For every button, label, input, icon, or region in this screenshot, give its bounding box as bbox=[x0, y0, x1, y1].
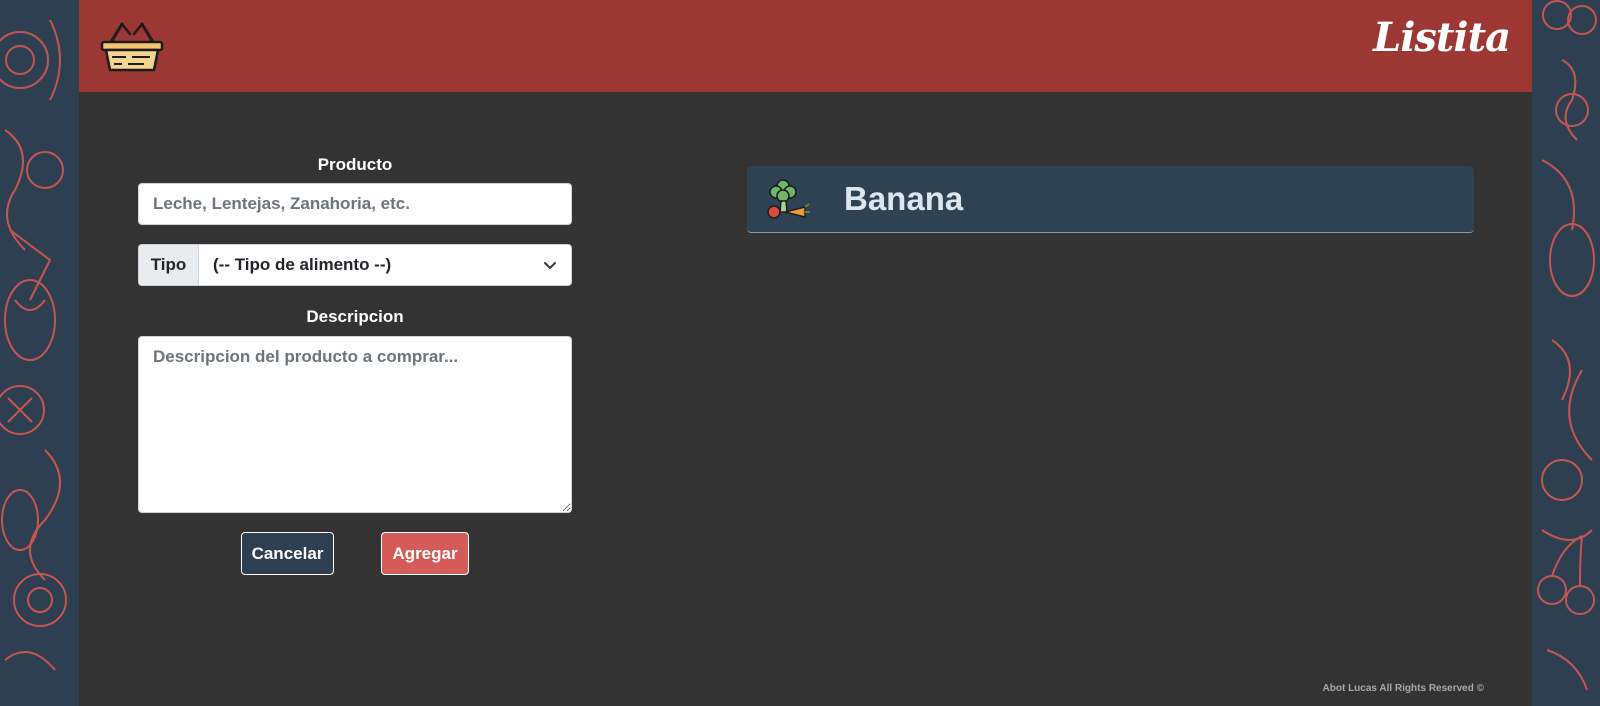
type-label: Tipo bbox=[139, 245, 199, 285]
add-button[interactable]: Agregar bbox=[381, 532, 469, 575]
form-actions: Cancelar Agregar bbox=[138, 532, 572, 592]
brand-logo: Listita bbox=[1373, 14, 1511, 61]
add-product-form: Producto Tipo (-- Tipo de alimento --) D… bbox=[138, 150, 572, 592]
product-label: Producto bbox=[317, 155, 393, 174]
background-pattern-left bbox=[0, 0, 80, 706]
list-item[interactable]: Banana bbox=[747, 166, 1474, 233]
description-label: Descripcion bbox=[306, 307, 404, 326]
product-input[interactable] bbox=[138, 183, 572, 225]
chevron-down-icon bbox=[544, 262, 556, 269]
header: Listita bbox=[79, 0, 1532, 92]
description-textarea[interactable] bbox=[138, 336, 572, 513]
type-select[interactable]: (-- Tipo de alimento --) bbox=[199, 245, 571, 285]
shopping-list: Banana bbox=[747, 166, 1474, 233]
type-select-group: Tipo (-- Tipo de alimento --) bbox=[138, 244, 572, 286]
app-container: Listita Producto Tipo (-- Tipo de alimen… bbox=[79, 0, 1532, 706]
type-select-value: (-- Tipo de alimento --) bbox=[213, 255, 392, 274]
background-pattern-right bbox=[1532, 0, 1600, 706]
cancel-button[interactable]: Cancelar bbox=[241, 532, 334, 575]
list-item-name: Banana bbox=[844, 180, 964, 217]
basket-icon[interactable] bbox=[100, 20, 164, 72]
footer-copyright: Abot Lucas All Rights Reserved © bbox=[1322, 683, 1484, 694]
vegetables-icon bbox=[767, 179, 810, 219]
